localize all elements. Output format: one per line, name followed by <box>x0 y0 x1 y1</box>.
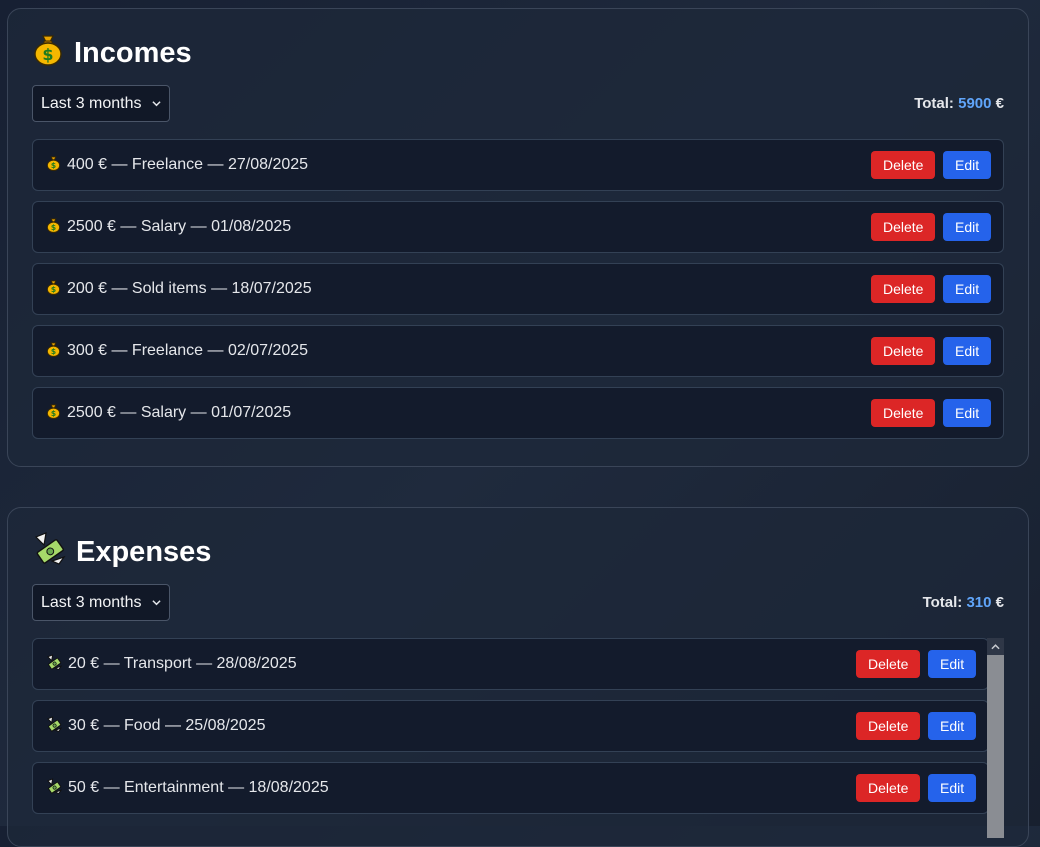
edit-button[interactable]: Edit <box>928 712 976 740</box>
delete-button[interactable]: Delete <box>856 712 920 740</box>
incomes-period-select[interactable]: Last 3 months <box>32 85 170 122</box>
chevron-down-icon <box>151 95 161 113</box>
expenses-period-select[interactable]: Last 3 months <box>32 584 170 621</box>
money-with-wings-icon <box>32 531 66 573</box>
edit-button[interactable]: Edit <box>943 213 991 241</box>
expenses-controls: Last 3 months Total: 310 € <box>32 583 1004 622</box>
income-row: $300 € — Freelance — 02/07/2025 Delete Edi… <box>32 325 1004 377</box>
delete-button[interactable]: Delete <box>856 650 920 678</box>
expenses-total-label: Total: <box>922 594 963 611</box>
scroll-up-arrow-icon[interactable] <box>987 638 1004 655</box>
expenses-total-currency: € <box>995 594 1004 611</box>
expense-entry: 30 € — Food — 25/08/2025 <box>46 715 266 737</box>
edit-button[interactable]: Edit <box>928 650 976 678</box>
svg-text:$: $ <box>51 409 56 418</box>
money-bag-icon: $ <box>32 32 64 74</box>
money-bag-icon: $ <box>46 155 61 176</box>
edit-button[interactable]: Edit <box>928 774 976 802</box>
income-entry-text: 200 € — Sold items — 18/07/2025 <box>67 280 312 297</box>
row-actions: Delete Edit <box>871 213 991 241</box>
delete-button[interactable]: Delete <box>856 774 920 802</box>
income-list: $400 € — Freelance — 27/08/2025 Delete Edi… <box>32 139 1004 439</box>
edit-button[interactable]: Edit <box>943 337 991 365</box>
svg-text:$: $ <box>51 223 56 232</box>
row-actions: Delete Edit <box>871 151 991 179</box>
income-entry-text: 300 € — Freelance — 02/07/2025 <box>67 342 309 359</box>
delete-button[interactable]: Delete <box>871 275 935 303</box>
money-bag-icon: $ <box>46 341 61 362</box>
incomes-heading: $ Incomes <box>32 35 1004 71</box>
row-actions: Delete Edit <box>871 399 991 427</box>
row-actions: Delete Edit <box>871 337 991 365</box>
delete-button[interactable]: Delete <box>871 151 935 179</box>
edit-button[interactable]: Edit <box>943 275 991 303</box>
money-bag-icon: $ <box>46 403 61 424</box>
expense-row: 50 € — Entertainment — 18/08/2025 Delete E… <box>32 762 989 814</box>
delete-button[interactable]: Delete <box>871 399 935 427</box>
svg-text:$: $ <box>51 161 56 170</box>
incomes-total-currency: € <box>995 95 1004 112</box>
expense-list-scrollbar[interactable] <box>987 638 1004 838</box>
money-bag-icon: $ <box>46 279 61 300</box>
money-with-wings-icon <box>46 777 63 799</box>
income-row: $200 € — Sold items — 18/07/2025 Delete Ed… <box>32 263 1004 315</box>
income-entry: $300 € — Freelance — 02/07/2025 <box>46 341 308 362</box>
incomes-total-value: 5900 <box>958 95 992 112</box>
income-row: $400 € — Freelance — 27/08/2025 Delete Edi… <box>32 139 1004 191</box>
income-row: $2500 € — Salary — 01/07/2025 Delete Edit <box>32 387 1004 439</box>
expense-entry-text: 50 € — Entertainment — 18/08/2025 <box>68 779 329 796</box>
expense-row: 30 € — Food — 25/08/2025 Delete Edit <box>32 700 989 752</box>
delete-button[interactable]: Delete <box>871 337 935 365</box>
incomes-total-label: Total: <box>914 95 954 112</box>
expense-entry-text: 30 € — Food — 25/08/2025 <box>68 717 266 734</box>
incomes-title: Incomes <box>74 36 192 69</box>
expenses-total: Total: 310 € <box>923 594 1004 611</box>
expenses-heading: Expenses <box>32 531 1004 573</box>
expense-row: 20 € — Transport — 28/08/2025 Delete Edit <box>32 638 989 690</box>
income-entry-text: 2500 € — Salary — 01/07/2025 <box>67 404 292 421</box>
income-entry: $2500 € — Salary — 01/07/2025 <box>46 403 291 424</box>
svg-text:$: $ <box>51 347 56 356</box>
money-bag-icon: $ <box>46 217 61 238</box>
expenses-title: Expenses <box>76 535 212 568</box>
row-actions: Delete Edit <box>856 774 976 802</box>
incomes-controls: Last 3 months Total: 5900 € <box>32 84 1004 123</box>
row-actions: Delete Edit <box>856 712 976 740</box>
expenses-total-value: 310 <box>966 594 992 611</box>
scrollbar-thumb[interactable] <box>987 655 1004 838</box>
income-row: $2500 € — Salary — 01/08/2025 Delete Edit <box>32 201 1004 253</box>
income-entry-text: 400 € — Freelance — 27/08/2025 <box>67 156 309 173</box>
money-with-wings-icon <box>46 653 63 675</box>
row-actions: Delete Edit <box>856 650 976 678</box>
expenses-panel: Expenses Last 3 months Total: 310 € 20 €… <box>7 507 1029 847</box>
income-entry: $2500 € — Salary — 01/08/2025 <box>46 217 291 238</box>
money-with-wings-icon <box>46 715 63 737</box>
svg-text:$: $ <box>42 45 53 64</box>
income-entry: $400 € — Freelance — 27/08/2025 <box>46 155 308 176</box>
expense-list: 20 € — Transport — 28/08/2025 Delete Edit 3… <box>32 638 989 814</box>
delete-button[interactable]: Delete <box>871 213 935 241</box>
income-entry: $200 € — Sold items — 18/07/2025 <box>46 279 312 300</box>
chevron-down-icon <box>151 594 161 612</box>
expense-entry-text: 20 € — Transport — 28/08/2025 <box>68 655 297 672</box>
incomes-panel: $ Incomes Last 3 months Total: 5900 € $4… <box>7 8 1029 467</box>
row-actions: Delete Edit <box>871 275 991 303</box>
incomes-total: Total: 5900 € <box>914 95 1004 112</box>
incomes-period-value: Last 3 months <box>41 94 142 112</box>
edit-button[interactable]: Edit <box>943 151 991 179</box>
expense-list-scroll[interactable]: 20 € — Transport — 28/08/2025 Delete Edit 3… <box>32 638 1004 838</box>
edit-button[interactable]: Edit <box>943 399 991 427</box>
expense-entry: 50 € — Entertainment — 18/08/2025 <box>46 777 329 799</box>
income-entry-text: 2500 € — Salary — 01/08/2025 <box>67 218 292 235</box>
svg-text:$: $ <box>51 285 56 294</box>
expense-entry: 20 € — Transport — 28/08/2025 <box>46 653 297 675</box>
expenses-period-value: Last 3 months <box>41 593 142 611</box>
